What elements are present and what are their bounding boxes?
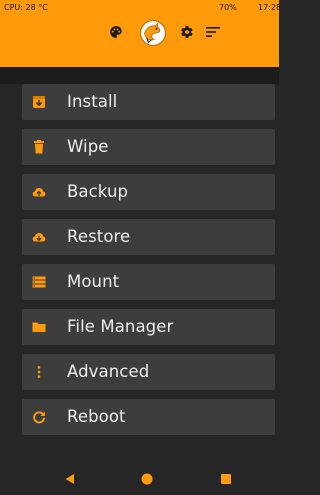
menu-item-label: Wipe <box>67 137 109 156</box>
sort-icon[interactable] <box>206 26 220 38</box>
clock: 17:28 <box>258 3 282 12</box>
app-header <box>0 15 279 67</box>
menu-item-install[interactable]: Install <box>22 84 275 120</box>
menu-item-label: Backup <box>67 182 129 201</box>
reboot-icon <box>33 411 45 424</box>
home-icon[interactable] <box>141 473 153 485</box>
storage-icon <box>32 276 46 288</box>
gear-icon[interactable] <box>180 25 194 39</box>
navigation-bar <box>0 461 279 495</box>
menu-item-label: Restore <box>67 227 131 246</box>
trash-icon <box>34 140 44 154</box>
recents-icon[interactable] <box>220 473 232 485</box>
menu-item-wipe[interactable]: Wipe <box>22 129 275 165</box>
install-icon <box>33 96 45 108</box>
menu-item-label: Install <box>67 92 118 111</box>
menu-item-advanced[interactable]: Advanced <box>22 354 275 390</box>
menu-item-reboot[interactable]: Reboot <box>22 399 275 435</box>
menu-item-label: Advanced <box>67 362 150 381</box>
menu-item-restore[interactable]: Restore <box>22 219 275 255</box>
main-menu: Install Wipe Backup Restore Mount File M… <box>22 84 275 444</box>
menu-item-label: Reboot <box>67 407 126 426</box>
cloud-upload-icon <box>32 188 46 197</box>
back-icon[interactable] <box>64 473 76 485</box>
twrp-logo <box>139 19 167 47</box>
battery-level: 70% <box>219 3 237 12</box>
menu-item-backup[interactable]: Backup <box>22 174 275 210</box>
menu-item-label: Mount <box>67 272 120 291</box>
menu-item-file-manager[interactable]: File Manager <box>22 309 275 345</box>
menu-item-mount[interactable]: Mount <box>22 264 275 300</box>
palette-icon[interactable] <box>109 25 123 39</box>
more-vertical-icon <box>37 366 41 378</box>
cloud-download-icon <box>32 233 46 242</box>
folder-icon <box>32 322 46 332</box>
header-separator <box>0 67 279 84</box>
cpu-temperature: CPU: 28 °C <box>4 3 48 12</box>
status-bar: CPU: 28 °C 70% 17:28 <box>0 0 282 15</box>
menu-item-label: File Manager <box>67 317 174 336</box>
